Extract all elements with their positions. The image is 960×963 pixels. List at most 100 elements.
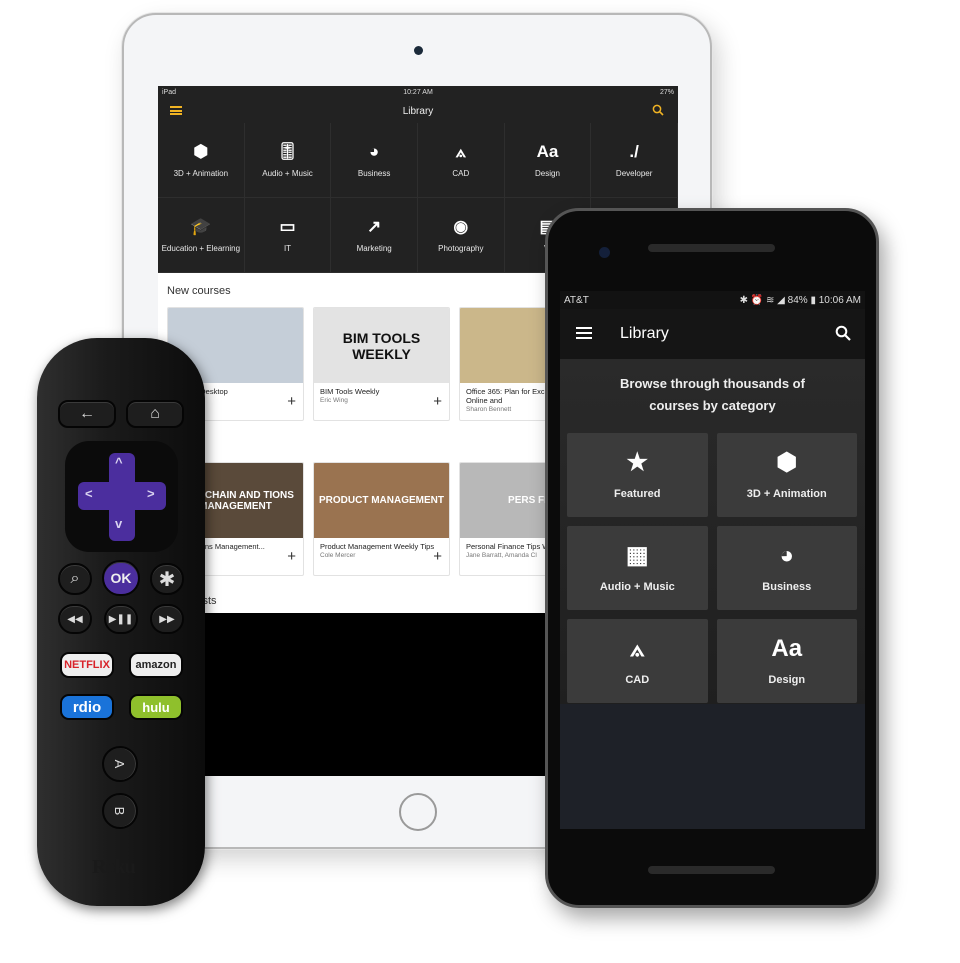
dpad-left-icon[interactable]: < <box>85 486 93 501</box>
category-tile[interactable]: ▦ Audio + Music <box>567 526 708 610</box>
android-phone: AT&T ✱ ⏰ ≋ ◢ 84% ▮ 10:06 AM Library Brow… <box>545 208 879 908</box>
phone-camera <box>599 247 610 258</box>
options-button[interactable]: ✱ <box>150 563 184 595</box>
search-button[interactable]: ⌕ <box>58 563 92 595</box>
home-button[interactable]: ⌂ <box>126 400 184 428</box>
category-tile[interactable]: 🎚 Audio + Music <box>244 123 332 198</box>
tile-label: 3D + Animation <box>746 488 827 500</box>
add-to-list-icon[interactable]: + <box>433 394 442 409</box>
phone-speaker-top <box>648 244 775 252</box>
category-icon: ./ <box>629 141 639 161</box>
fast-forward-button[interactable]: ▶▶ <box>150 604 184 634</box>
add-to-list-icon[interactable]: + <box>433 549 442 564</box>
category-label: Photography <box>438 243 484 253</box>
ok-button[interactable]: OK <box>102 560 140 596</box>
course-thumbnail: PRODUCT MANAGEMENT <box>314 463 449 538</box>
battery-icon: ▮ <box>810 294 819 306</box>
category-tile[interactable]: ⬢ 3D + Animation <box>158 123 245 198</box>
search-icon: ⌕ <box>70 570 80 587</box>
category-tile[interactable]: ⟑ CAD <box>417 123 505 198</box>
b-button[interactable]: B <box>102 793 138 829</box>
category-label: Business <box>357 168 391 178</box>
a-button[interactable]: A <box>102 746 138 782</box>
search-icon[interactable] <box>652 104 664 116</box>
category-tile[interactable]: ◕ Business <box>716 526 857 610</box>
course-author: Cole Mercer <box>320 552 356 559</box>
category-tile[interactable]: ↗ Marketing <box>331 198 418 273</box>
category-tile[interactable]: 🎓 Education + Elearning <box>158 198 245 273</box>
category-icon: 🎚 <box>276 141 299 161</box>
phone-time: 10:06 AM <box>818 294 861 306</box>
ios-status-bar: iPad 10:27 AM 27% <box>158 86 678 99</box>
hamburger-menu-icon[interactable] <box>576 327 592 339</box>
course-card[interactable]: BIM TOOLS WEEKLY BIM Tools Weekly Eric W… <box>313 307 450 421</box>
android-status-bar: AT&T ✱ ⏰ ≋ ◢ 84% ▮ 10:06 AM <box>560 291 865 309</box>
tile-icon: ⟑ <box>629 635 645 662</box>
home-icon: ⌂ <box>150 405 160 422</box>
tile-icon: Aa <box>771 635 803 662</box>
rdio-button[interactable]: rdio <box>60 694 114 720</box>
course-card[interactable]: PRODUCT MANAGEMENT Product Management We… <box>313 462 450 576</box>
dpad-right-icon[interactable]: > <box>147 486 155 501</box>
category-tile[interactable]: ⟑ CAD <box>567 619 708 703</box>
hulu-button[interactable]: hulu <box>129 694 183 720</box>
battery-level: 84% <box>787 294 808 306</box>
category-tile[interactable]: Aa Design <box>504 123 592 198</box>
category-label: Developer <box>615 168 653 178</box>
category-icon: ◉ <box>453 216 469 236</box>
tile-label: Featured <box>614 488 661 500</box>
category-label: Audio + Music <box>262 168 313 178</box>
play-pause-icon: ▶❚❚ <box>108 613 134 625</box>
tile-label: Business <box>762 581 812 593</box>
category-icon: 🎓 <box>190 216 212 236</box>
category-label: CAD <box>452 168 470 178</box>
netflix-button[interactable]: NETFLIX <box>60 652 114 678</box>
rewind-button[interactable]: ◀◀ <box>58 604 92 634</box>
category-icon: ↗ <box>367 216 382 236</box>
asterisk-icon: ✱ <box>158 568 176 591</box>
search-icon[interactable] <box>835 325 851 341</box>
back-button[interactable]: ← <box>58 400 116 428</box>
android-app-bar: Library <box>560 309 865 359</box>
course-title: BIM Tools Weekly <box>320 387 380 396</box>
tile-label: Audio + Music <box>599 581 675 593</box>
carrier: AT&T <box>564 294 589 306</box>
category-label: 3D + Animation <box>173 168 229 178</box>
tile-icon: ▦ <box>625 542 649 569</box>
add-to-list-icon[interactable]: + <box>287 394 296 409</box>
category-tile[interactable]: ./ Developer <box>591 123 678 198</box>
amazon-button[interactable]: amazon <box>129 652 183 678</box>
browse-section: Browse through thousands of courses by c… <box>560 359 865 704</box>
category-label: IT <box>283 243 292 253</box>
category-tile[interactable]: Aa Design <box>716 619 857 703</box>
hamburger-menu-icon[interactable] <box>170 106 182 115</box>
back-arrow-icon: ← <box>79 405 95 422</box>
category-icon: ⟑ <box>455 141 466 161</box>
rewind-icon: ◀◀ <box>67 613 83 625</box>
fast-forward-icon: ▶▶ <box>159 613 175 625</box>
status-right: ✱ ⏰ ≋ ◢ 84% ▮ 10:06 AM <box>740 295 861 306</box>
add-to-list-icon[interactable]: + <box>287 549 296 564</box>
category-icon: ⬢ <box>193 141 209 161</box>
category-tile[interactable]: ◕ Business <box>331 123 418 198</box>
app-bar-title: Library <box>620 325 669 342</box>
status-icons: ✱ ⏰ ≋ ◢ <box>739 294 788 306</box>
category-tile[interactable]: ★ Featured <box>567 433 708 517</box>
category-icon: ▭ <box>279 216 296 236</box>
course-thumbnail: BIM TOOLS WEEKLY <box>314 308 449 383</box>
tile-icon: ◕ <box>779 542 795 569</box>
category-tile[interactable]: ⬢ 3D + Animation <box>716 433 857 517</box>
category-icon: ◕ <box>369 141 380 161</box>
ios-time: 10:27 AM <box>403 89 433 96</box>
category-label: Education + Elearning <box>161 243 241 253</box>
category-tile[interactable]: ◉ Photography <box>417 198 505 273</box>
dpad-down-icon[interactable]: v <box>115 516 122 531</box>
ipad-home-button[interactable] <box>399 793 437 831</box>
dpad-up-icon[interactable]: ^ <box>115 455 123 470</box>
play-pause-button[interactable]: ▶❚❚ <box>104 604 138 634</box>
tile-icon: ⬢ <box>776 449 798 476</box>
category-tile[interactable]: ▭ IT <box>244 198 332 273</box>
course-author: Eric Wing <box>320 397 348 404</box>
category-label: Design <box>535 168 560 178</box>
course-title: Product Management Weekly Tips <box>320 542 435 551</box>
